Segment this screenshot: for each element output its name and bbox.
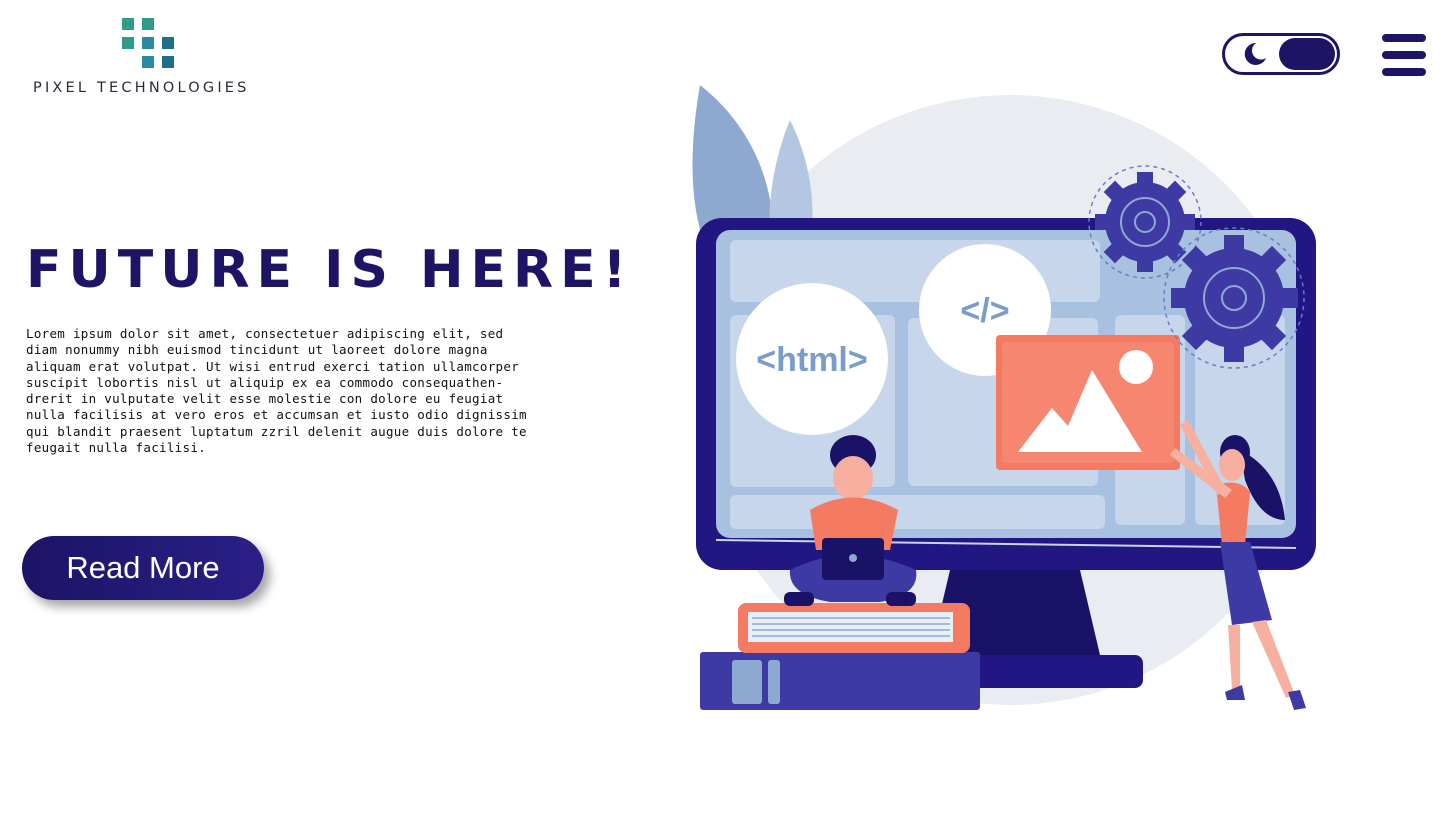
hero-illustration: <html> </> <box>692 85 1316 710</box>
moon-icon <box>1244 42 1266 65</box>
theme-toggle[interactable] <box>1222 33 1340 75</box>
read-more-button[interactable]: Read More <box>22 536 264 600</box>
hero-description: Lorem ipsum dolor sit amet, consectetuer… <box>26 326 527 456</box>
code-badge-label: </> <box>960 292 1009 330</box>
logo-mark-icon <box>122 18 182 72</box>
html-badge-label: <html> <box>756 341 867 379</box>
hero-title: FUTURE IS HERE! <box>26 240 634 300</box>
brand-logo[interactable]: PIXEL TECHNOLOGIES <box>30 18 270 98</box>
toggle-knob <box>1279 38 1335 70</box>
hamburger-menu-icon[interactable] <box>1382 34 1426 76</box>
brand-name: PIXEL TECHNOLOGIES <box>33 80 250 96</box>
